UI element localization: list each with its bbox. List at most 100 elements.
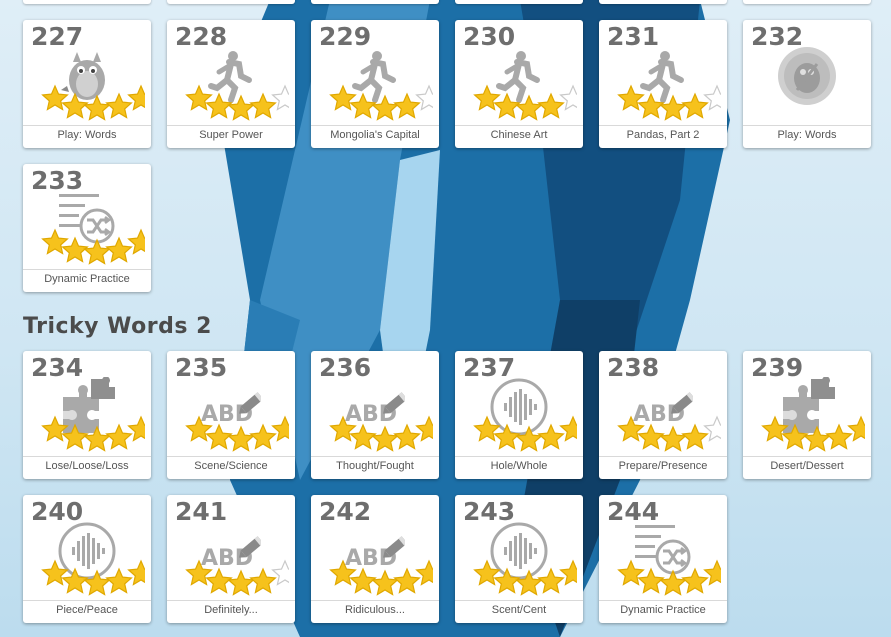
star-filled-icon — [61, 92, 89, 119]
star-filled-icon — [227, 94, 255, 121]
star-filled-icon — [41, 228, 69, 255]
star-filled-icon — [659, 425, 687, 452]
card-divider — [23, 125, 151, 126]
star-filled-icon — [227, 425, 255, 452]
card-stub[interactable] — [167, 0, 295, 4]
star-filled-icon — [249, 423, 277, 450]
locked-mascot-icon — [778, 47, 836, 105]
star-filled-icon — [83, 94, 111, 121]
card-divider — [311, 600, 439, 601]
star-filled-icon — [83, 425, 111, 452]
star-filled-icon — [329, 559, 357, 586]
star-filled-icon — [83, 569, 111, 596]
star-filled-icon — [681, 92, 709, 119]
star-filled-icon — [559, 415, 577, 442]
star-filled-icon — [515, 94, 543, 121]
star-rating — [617, 84, 721, 121]
star-filled-icon — [127, 415, 145, 442]
star-filled-icon — [329, 84, 357, 111]
star-filled-icon — [349, 423, 377, 450]
star-filled-icon — [185, 559, 213, 586]
card-divider — [599, 125, 727, 126]
section-title: Tricky Words 2 — [23, 314, 212, 339]
star-filled-icon — [83, 238, 111, 265]
lesson-card[interactable]: 238 ABD Prepare/Presence — [599, 351, 727, 479]
star-empty-icon — [703, 415, 721, 442]
card-divider — [311, 456, 439, 457]
star-filled-icon — [61, 236, 89, 263]
lesson-card[interactable]: 232 Play: Words — [743, 20, 871, 148]
card-stub[interactable] — [743, 0, 871, 4]
star-filled-icon — [637, 423, 665, 450]
lesson-card[interactable]: 235 ABD Scene/Science — [167, 351, 295, 479]
card-stub[interactable] — [599, 0, 727, 4]
lesson-label: Lose/Loose/Loss — [45, 460, 129, 472]
lesson-card[interactable]: 231 Pandas, Part 2 — [599, 20, 727, 148]
star-filled-icon — [349, 567, 377, 594]
star-rating — [41, 415, 145, 452]
star-filled-icon — [127, 228, 145, 255]
star-filled-icon — [371, 569, 399, 596]
card-divider — [167, 600, 295, 601]
star-filled-icon — [415, 559, 433, 586]
lesson-card[interactable]: 240 Piece/Peace — [23, 495, 151, 623]
lesson-card[interactable]: 228 Super Power — [167, 20, 295, 148]
star-filled-icon — [185, 84, 213, 111]
card-divider — [743, 456, 871, 457]
lesson-label: Prepare/Presence — [618, 460, 708, 472]
star-filled-icon — [681, 567, 709, 594]
card-divider — [23, 269, 151, 270]
lesson-label: Desert/Dessert — [770, 460, 844, 472]
star-rating — [185, 559, 289, 596]
star-rating — [329, 84, 433, 121]
star-filled-icon — [205, 567, 233, 594]
lesson-label: Pandas, Part 2 — [626, 129, 700, 141]
lesson-card[interactable]: 234 Lose/Loose/Loss — [23, 351, 151, 479]
star-empty-icon — [559, 84, 577, 111]
star-filled-icon — [227, 569, 255, 596]
card-divider — [167, 125, 295, 126]
lesson-card[interactable]: 239 Desert/Dessert — [743, 351, 871, 479]
star-filled-icon — [637, 567, 665, 594]
card-stub[interactable] — [455, 0, 583, 4]
lesson-card[interactable]: 227 Play: Words — [23, 20, 151, 148]
star-filled-icon — [41, 559, 69, 586]
lesson-label: Play: Words — [57, 129, 117, 141]
star-rating — [473, 559, 577, 596]
card-stub[interactable] — [23, 0, 151, 4]
star-filled-icon — [249, 567, 277, 594]
star-filled-icon — [847, 415, 865, 442]
lesson-card[interactable]: 241 ABD Definitely... — [167, 495, 295, 623]
lesson-card[interactable]: 244 Dynamic Practice — [599, 495, 727, 623]
lesson-card[interactable]: 242 ABD Ridiculous... — [311, 495, 439, 623]
lesson-card[interactable]: 233 Dynamic Practice — [23, 164, 151, 292]
card-divider — [743, 125, 871, 126]
star-filled-icon — [781, 423, 809, 450]
star-filled-icon — [371, 94, 399, 121]
star-filled-icon — [659, 569, 687, 596]
lesson-card[interactable]: 243 Scent/Cent — [455, 495, 583, 623]
star-filled-icon — [515, 569, 543, 596]
star-filled-icon — [249, 92, 277, 119]
star-filled-icon — [41, 84, 69, 111]
star-filled-icon — [393, 567, 421, 594]
star-rating — [473, 415, 577, 452]
lesson-card[interactable]: 236 ABD Thought/Fought — [311, 351, 439, 479]
star-filled-icon — [473, 84, 501, 111]
card-divider — [23, 600, 151, 601]
star-filled-icon — [61, 567, 89, 594]
star-empty-icon — [271, 559, 289, 586]
star-filled-icon — [493, 92, 521, 119]
star-filled-icon — [559, 559, 577, 586]
lesson-card[interactable]: 229 Mongolia's Capital — [311, 20, 439, 148]
lesson-card[interactable]: 230 Chinese Art — [455, 20, 583, 148]
lesson-label: Scene/Science — [194, 460, 268, 472]
card-stub[interactable] — [311, 0, 439, 4]
lesson-card[interactable]: 237 Hole/Whole — [455, 351, 583, 479]
star-filled-icon — [659, 94, 687, 121]
star-rating — [617, 415, 721, 452]
star-filled-icon — [271, 415, 289, 442]
star-filled-icon — [105, 423, 133, 450]
star-filled-icon — [127, 559, 145, 586]
star-filled-icon — [393, 423, 421, 450]
